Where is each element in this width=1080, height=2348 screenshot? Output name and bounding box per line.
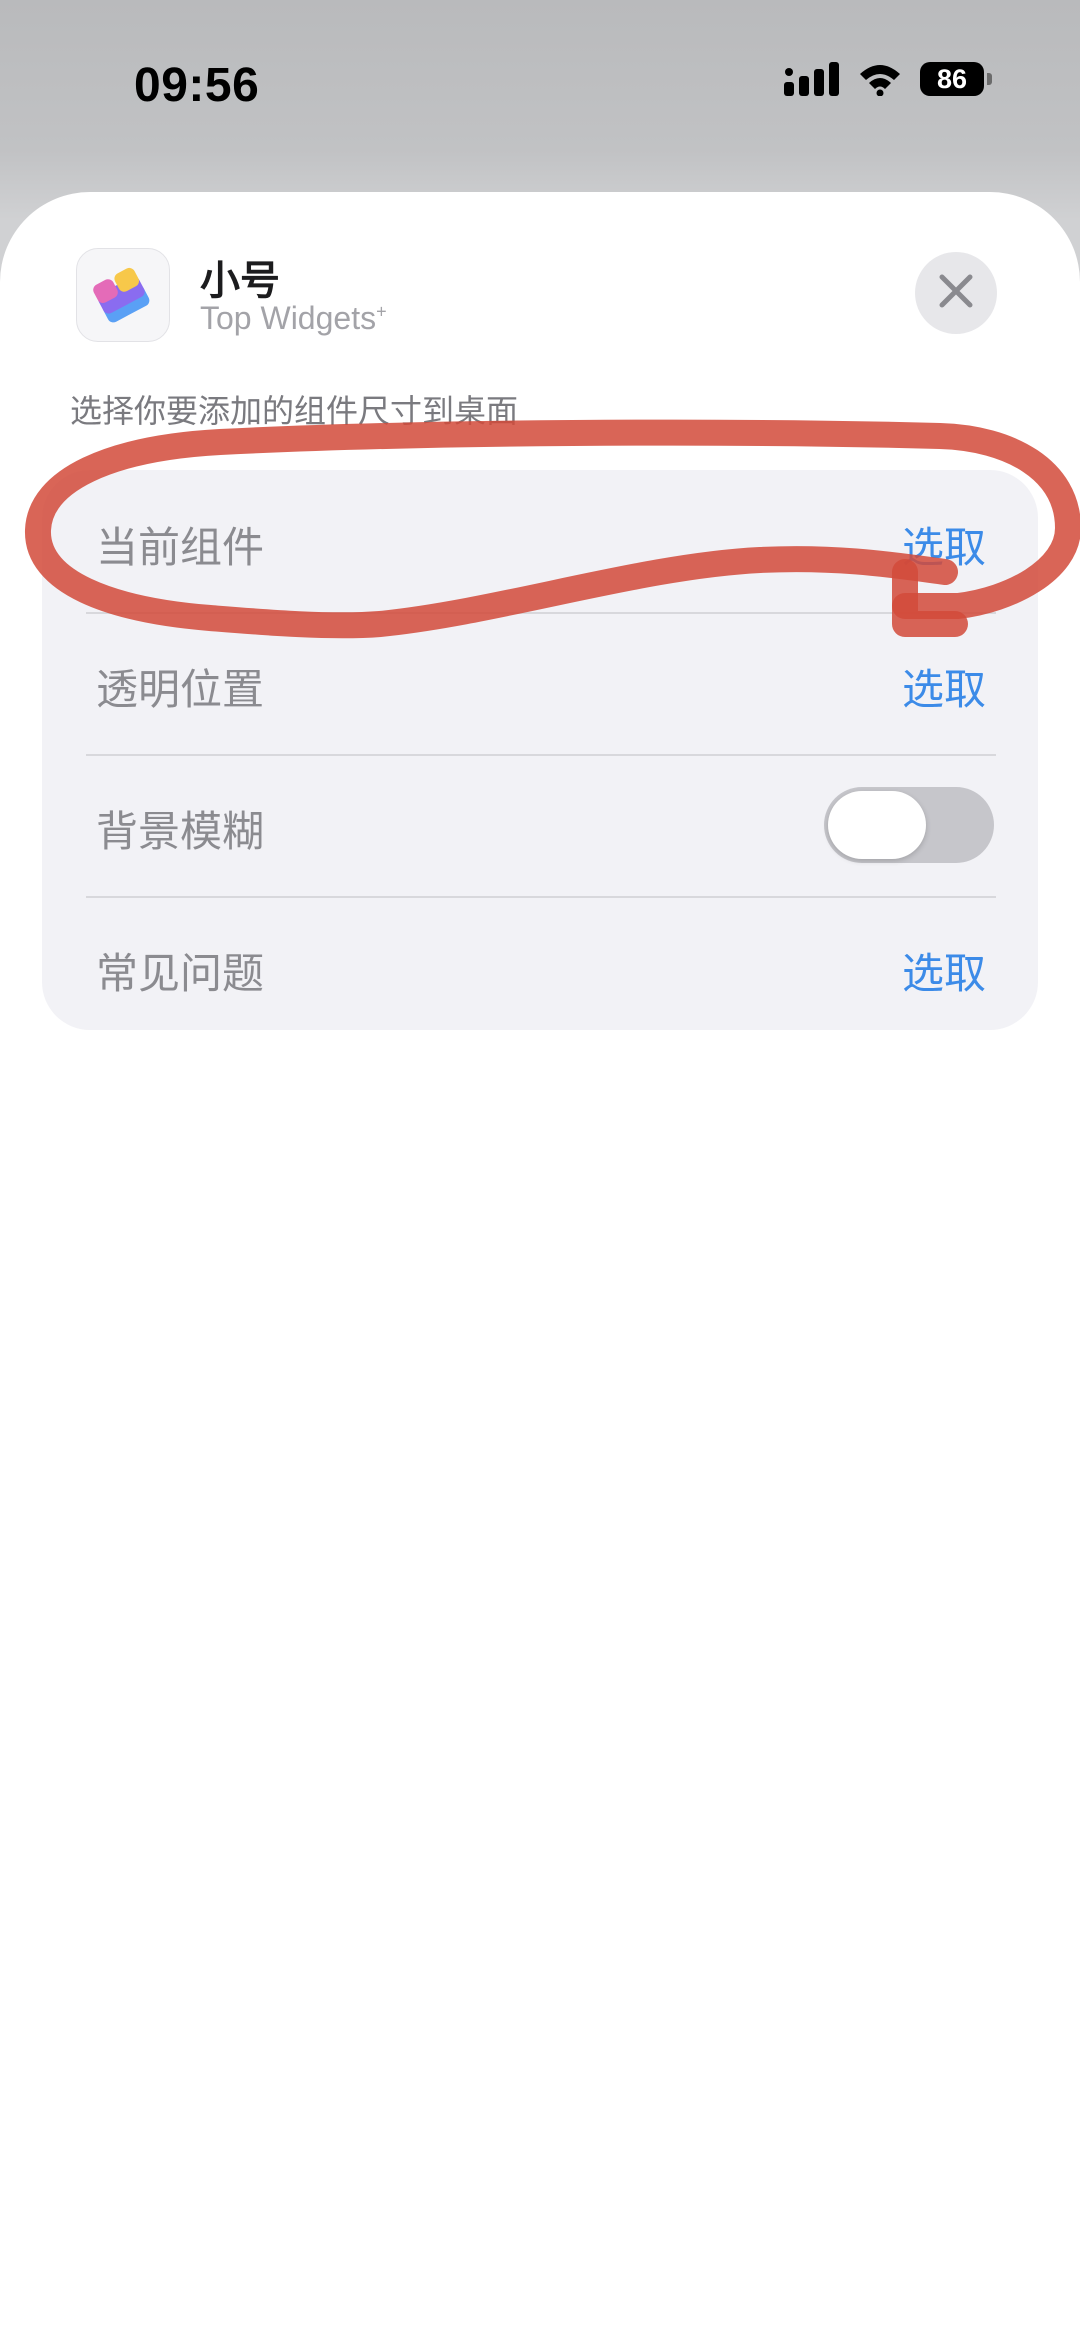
background-blur-toggle[interactable] [824,787,994,863]
status-time: 09:56 [134,59,260,112]
row-label: 背景模糊 [96,807,265,856]
close-button[interactable] [915,252,997,334]
app-subtitle-mark: + [376,301,387,322]
select-faq-button[interactable]: 选取 [902,940,986,1001]
battery-tip [987,73,992,85]
row-transparent-position[interactable]: 透明位置 选取 [42,612,1038,754]
row-label: 常见问题 [96,949,265,998]
widget-size-sheet: 小号 Top Widgets+ 选择你要添加的组件尺寸到桌面 当前组件 选取 透… [0,192,1080,2348]
row-current-widget[interactable]: 当前组件 选取 [42,470,1038,612]
app-title: 小号 [200,258,280,304]
toggle-knob [828,791,926,859]
signal-icon [784,62,840,96]
battery-icon: 86 [920,62,992,96]
row-label: 当前组件 [96,523,265,572]
select-transparent-position-button[interactable]: 选取 [902,656,986,717]
sheet-description: 选择你要添加的组件尺寸到桌面 [70,392,519,430]
row-label: 透明位置 [96,665,265,714]
select-current-widget-button[interactable]: 选取 [902,514,986,575]
close-icon [938,273,974,313]
row-faq[interactable]: 常见问题 选取 [42,896,1038,1038]
row-background-blur: 背景模糊 [42,754,1038,896]
battery-level: 86 [936,63,968,94]
app-subtitle: Top Widgets+ [200,300,387,337]
app-subtitle-text: Top Widgets [200,300,377,336]
status-bar: 09:56 86 [0,0,1080,180]
wifi-icon [858,62,902,96]
app-icon [76,248,170,342]
settings-card: 当前组件 选取 透明位置 选取 背景模糊 常见问题 选取 [42,470,1038,1030]
status-icons: 86 [784,62,992,96]
